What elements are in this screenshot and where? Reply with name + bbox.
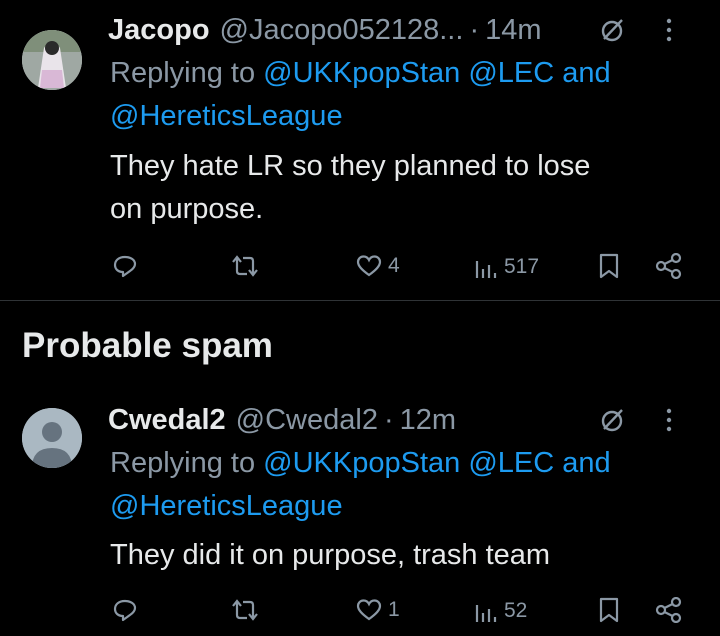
- tweet[interactable]: Jacopo @Jacopo052128... · 14m Replying t…: [0, 0, 720, 300]
- display-name[interactable]: Cwedal2: [108, 404, 226, 437]
- views-icon: [475, 605, 497, 622]
- tweet-header: Cwedal2 @Cwedal2 · 12m: [108, 402, 700, 438]
- reply-button[interactable]: [112, 254, 138, 278]
- tweet-text-line: They did it on purpose, trash team: [110, 539, 551, 571]
- mention-links[interactable]: @UKKpopStan @LEC and: [263, 57, 610, 89]
- ghost-icon: [601, 19, 623, 42]
- bookmark-button[interactable]: [598, 596, 620, 624]
- separator: ·: [383, 403, 394, 436]
- user-handle[interactable]: @Jacopo052128...: [220, 14, 464, 47]
- view-count: 517: [504, 255, 540, 278]
- timestamp[interactable]: 14m: [485, 14, 541, 47]
- retweet-icon: [232, 599, 258, 621]
- divider: [0, 300, 720, 301]
- tweet-text: They hate LR so they planned to lose on …: [110, 145, 680, 231]
- separator: ·: [469, 13, 480, 46]
- action-bar: 4 517: [0, 246, 720, 286]
- like-icon: [356, 255, 382, 277]
- like-button[interactable]: 1: [356, 598, 400, 622]
- tweet-text: They did it on purpose, trash team: [110, 534, 680, 577]
- ghost-icon: [601, 409, 623, 432]
- like-count: 1: [388, 598, 400, 621]
- replying-label: Replying to: [110, 447, 256, 479]
- views-icon: [475, 261, 497, 278]
- share-icon: [655, 253, 682, 279]
- mention-link[interactable]: @HereticsLeague: [110, 100, 343, 132]
- view-count: 52: [504, 599, 528, 622]
- timestamp[interactable]: 12m: [400, 404, 456, 437]
- reply-button[interactable]: [112, 598, 138, 622]
- bookmark-button[interactable]: [598, 252, 620, 280]
- bookmark-icon: [599, 253, 619, 279]
- tweet-header: Jacopo @Jacopo052128... · 14m: [108, 12, 700, 48]
- like-count: 4: [388, 254, 400, 277]
- replying-to: Replying to @UKKpopStan @LEC and @Hereti…: [110, 52, 700, 138]
- action-bar: 1 52: [0, 590, 720, 630]
- bookmark-icon: [599, 597, 619, 623]
- more-icon[interactable]: [664, 406, 674, 434]
- views-button[interactable]: 517: [474, 254, 539, 280]
- mention-link[interactable]: @HereticsLeague: [110, 490, 343, 522]
- section-title: Probable spam: [22, 326, 273, 365]
- user-handle[interactable]: @Cwedal2: [236, 404, 378, 437]
- share-icon: [655, 597, 682, 623]
- share-button[interactable]: [655, 597, 683, 623]
- replying-to: Replying to @UKKpopStan @LEC and @Hereti…: [110, 442, 700, 528]
- retweet-button[interactable]: [229, 598, 261, 622]
- tweet-text-line: on purpose.: [110, 193, 264, 225]
- reply-icon: [113, 599, 137, 622]
- retweet-icon: [232, 255, 258, 277]
- share-button[interactable]: [655, 253, 683, 279]
- reply-icon: [113, 255, 137, 278]
- tweet[interactable]: Cwedal2 @Cwedal2 · 12m Replying to @UKKp…: [0, 388, 720, 636]
- more-icon[interactable]: [664, 16, 674, 44]
- display-name[interactable]: Jacopo: [108, 14, 210, 47]
- like-icon: [356, 599, 382, 621]
- like-button[interactable]: 4: [356, 254, 400, 278]
- views-button[interactable]: 52: [474, 598, 527, 624]
- replying-label: Replying to: [110, 57, 256, 89]
- mention-links[interactable]: @UKKpopStan @LEC and: [263, 447, 610, 479]
- tweet-text-line: They hate LR so they planned to lose: [110, 150, 591, 182]
- retweet-button[interactable]: [229, 254, 261, 278]
- avatar[interactable]: [22, 30, 82, 90]
- avatar[interactable]: [22, 408, 82, 468]
